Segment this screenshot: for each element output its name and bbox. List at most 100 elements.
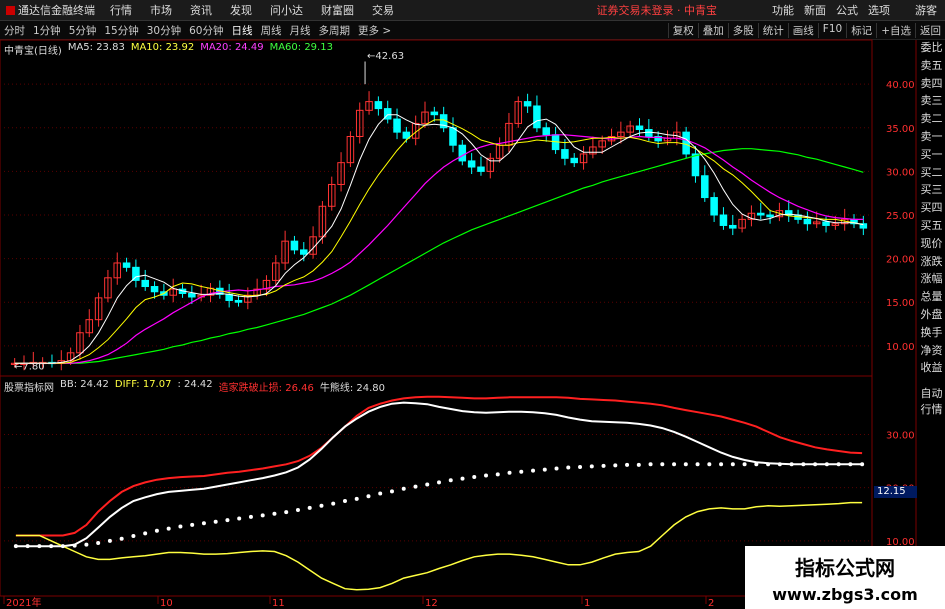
kline-chart[interactable]: 40.00 35.00 30.00 25.00 20.00 15.00 10.00 30.00… [0, 0, 945, 609]
sidebar-item[interactable]: 总量 [918, 289, 945, 307]
candle-body [449, 127, 457, 146]
bull-bear-dot [707, 462, 712, 467]
stock-name: 中青宝(日线) [4, 46, 62, 57]
stoploss-line [15, 395, 863, 537]
sidebar-item[interactable]: 卖五 [918, 58, 945, 76]
bull-bear-dot [777, 462, 782, 467]
candle-body [393, 118, 401, 133]
candle-body [756, 212, 765, 216]
sidebar-item[interactable]: 卖四 [918, 76, 945, 94]
bull-bear-dot [660, 462, 665, 467]
bull-bear-dot [272, 511, 277, 516]
bull-bear-dot [72, 543, 77, 548]
sidebar-item[interactable]: 外盘 [918, 307, 945, 325]
indicator-name[interactable]: 股票指标网 [4, 379, 54, 394]
axes: 40.00 35.00 30.00 25.00 20.00 15.00 10.00 30.00… [6, 51, 915, 609]
chart-frame [0, 39, 917, 604]
price-tick-label: 25.00 [886, 211, 915, 222]
quote-sidebar: 委比 卖五 卖四 卖三 卖二 卖一 买一 买二 买三 买四 买五 现价 涨跌 涨… [918, 40, 945, 379]
bull-bear-dot [789, 462, 794, 467]
bull-bear-dot [248, 514, 253, 519]
bull-bear-dot [37, 544, 42, 549]
bull-bear-dot [389, 489, 394, 494]
bull-bear-dot [366, 494, 371, 499]
bull-bear-dot [237, 516, 242, 521]
ma10-value: MA10: 23.92 [130, 42, 195, 53]
bull-bear-dot [378, 491, 383, 496]
candle-body [122, 262, 131, 268]
main-chart-header: 中青宝(日线) MA5: 23.83 MA10: 23.92 MA20: 24.… [4, 42, 333, 57]
ma10-line [14, 119, 864, 364]
bull-bear-dot [166, 526, 171, 531]
indicator-lines [13, 395, 865, 591]
bull-bear-dot [578, 464, 583, 469]
diff-value: DIFF: 17.07 [114, 379, 172, 390]
candle-body [710, 197, 718, 216]
candle-body [467, 160, 476, 168]
candle-body [533, 105, 541, 129]
bull-bear-dot [860, 462, 865, 467]
ma5-line [14, 114, 864, 364]
sidebar-item[interactable]: 涨跌 [918, 254, 945, 272]
bull-bear-dot [190, 522, 195, 527]
candle-body [766, 214, 774, 218]
bull-bear-dot [84, 542, 89, 547]
bull-bear-dot [566, 465, 571, 470]
bull-bear-dot [672, 462, 677, 467]
candle-body [645, 129, 653, 137]
sidebar-item[interactable]: 卖一 [918, 129, 945, 147]
price-tick-label: 30.00 [886, 167, 915, 178]
bull-bear-dot [554, 466, 559, 471]
sidebar-item[interactable]: 买三 [918, 182, 945, 201]
bull-bear-dot [131, 534, 136, 539]
sidebar-item[interactable]: 换手 [918, 325, 945, 343]
bull-bear-dot [60, 544, 65, 549]
bull-bear-dot [719, 462, 724, 467]
bull-bear-dot [25, 544, 30, 549]
bull-bear-dot [625, 462, 630, 467]
sidebar-item[interactable]: 卖二 [918, 111, 945, 129]
sidebar2-item[interactable]: 自动 [918, 386, 945, 402]
candle-body [188, 293, 196, 298]
bull-bear-dot [460, 476, 465, 481]
price-tick-label: 20.00 [886, 255, 915, 266]
bull-bear-dot [519, 469, 524, 474]
candle-body [300, 249, 308, 255]
sidebar-item[interactable]: 买二 [918, 165, 945, 183]
sidebar-item[interactable]: 卖三 [918, 93, 945, 112]
val-value: : 24.42 [177, 379, 213, 390]
sidebar-item[interactable]: 涨幅 [918, 271, 945, 290]
sidebar-item[interactable]: 收益 [918, 360, 945, 379]
candle-body [430, 111, 439, 116]
sub-sidebar: 自动 行情 [918, 386, 945, 418]
bull-bear-dot [801, 462, 806, 467]
bull-bear-dot [836, 462, 841, 467]
bull-bear-dot [813, 462, 818, 467]
candle-body [234, 299, 243, 303]
price-tick-label: 15.00 [886, 298, 915, 309]
watermark-line2: www.zbgs3.com [772, 585, 918, 604]
sidebar2-item[interactable]: 行情 [918, 402, 945, 418]
bull-bear-dot [213, 519, 218, 524]
sidebar-item[interactable]: 现价 [918, 236, 945, 254]
bull-bear-dot [49, 544, 54, 549]
bull-bear-dot [472, 475, 477, 480]
low-annotation: ←7.80 [14, 362, 45, 373]
candle-body [822, 221, 830, 226]
sidebar-item[interactable]: 买一 [918, 147, 945, 165]
ma5-value: MA5: 23.83 [67, 42, 125, 53]
bull-bear-dot [154, 528, 159, 533]
sidebar-item[interactable]: 委比 [918, 40, 945, 58]
candle-body [290, 240, 299, 251]
sidebar-item[interactable]: 买四 [918, 200, 945, 218]
indicator-header: 股票指标网 BB: 24.42 DIFF: 17.07 : 24.42 造家跌破… [4, 379, 385, 394]
sidebar-item[interactable]: 净资 [918, 343, 945, 361]
bull-bear-dot [754, 462, 759, 467]
candle-body [803, 218, 812, 225]
x-tick-label: 10 [160, 598, 173, 609]
ma60-value: MA60: 29.13 [269, 42, 333, 53]
bull-bear-dot [201, 521, 206, 526]
bull-bear-dot [143, 531, 148, 536]
bull-bear-value: 牛熊线: 24.80 [319, 383, 386, 394]
sidebar-item[interactable]: 买五 [918, 218, 945, 236]
